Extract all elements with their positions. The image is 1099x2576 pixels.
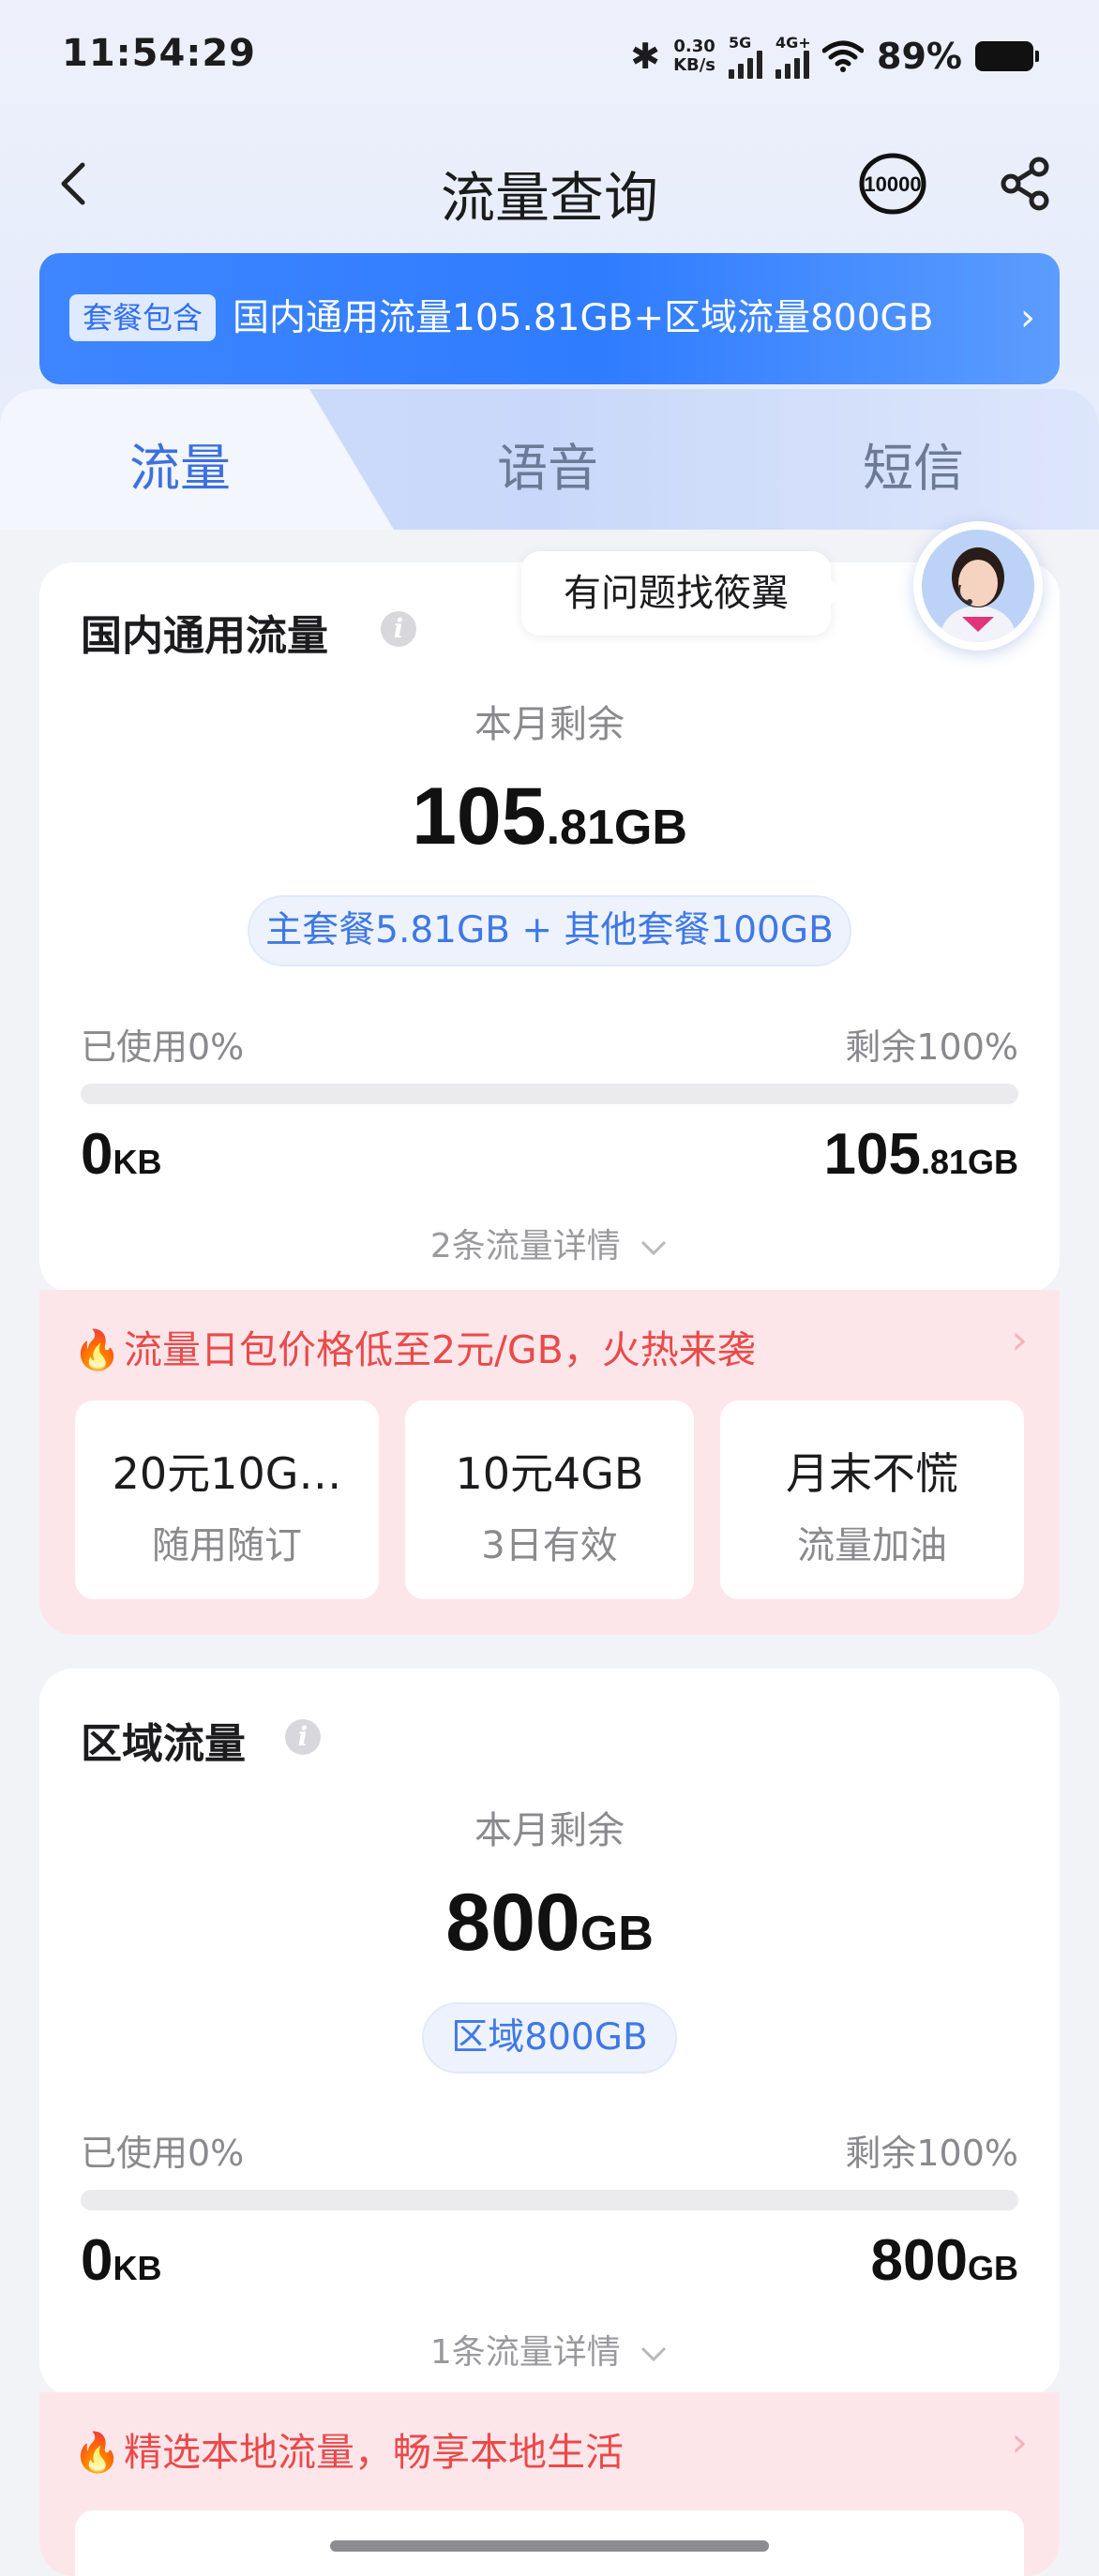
home-indicator [330,2540,769,2552]
network-speed-value: 0.30 [673,37,715,56]
wifi-icon [822,40,865,72]
domestic-data-card: 国内通用流量 i 本月剩余 105.81GB 主套餐5.81GB + 其他套餐1… [39,562,1060,1294]
promo-item[interactable]: 20元10G… 随用随订 [75,1400,379,1599]
status-bar: 11:54:29 ✱ 0.30 KB/s 5G 4G+ 89% [0,0,1099,112]
signal-4g-label: 4G+ [775,34,811,52]
fire-icon: 🔥 [73,2430,122,2475]
chevron-right-icon[interactable]: › [1011,1316,1028,1364]
remaining-percent: 剩余100% [845,1026,1018,1068]
breakdown-pill: 区域800GB [422,2002,677,2074]
promo-headline[interactable]: 🔥精选本地流量，畅享本地生活 [73,2420,624,2477]
tab-voice[interactable]: 语音 [497,427,598,501]
remaining-amount: 800GB [870,2228,1018,2293]
assistant-avatar[interactable] [913,521,1043,651]
battery-percent: 89% [877,36,962,77]
info-icon[interactable]: i [381,611,416,647]
package-tag: 套餐包含 [69,294,217,341]
regional-data-card: 区域流量 i 本月剩余 800GB 区域800GB 已使用0% 剩余100% 0… [39,1669,1060,2396]
remain-value: 800GB [445,1878,654,1968]
bluetooth-icon: ✱ [630,36,661,77]
used-percent: 已使用0% [81,2133,245,2174]
breakdown-pill: 主套餐5.81GB + 其他套餐100GB [248,895,851,966]
remain-value: 105.81GB [412,771,687,861]
chevron-right-icon[interactable]: › [1011,2419,1028,2466]
tab-data[interactable]: 流量 [129,427,231,501]
package-banner[interactable]: 套餐包含 国内通用流量105.81GB+区域流量800GB › [39,253,1060,384]
promo-item[interactable]: 10元4GB 3日有效 [405,1400,694,1599]
used-percent: 已使用0% [81,1026,245,1068]
remain-label: 本月剩余 [474,1809,625,1852]
remaining-amount: 105.81GB [823,1122,1019,1187]
data-details-link[interactable]: 2条流量详情 [39,1219,1060,1267]
promo-day-pack: 🔥流量日包价格低至2元/GB，火热来袭 › 20元10G… 随用随订 10元4G… [39,1290,1060,1635]
signal-5g-icon: 5G [729,34,763,79]
signal-5g-label: 5G [729,34,752,52]
page-title: 流量查询 [440,166,658,230]
card-title: 区域流量 [81,1720,246,1768]
fire-icon: 🔥 [73,1327,122,1372]
remain-label: 本月剩余 [474,703,625,746]
used-amount: 0KB [81,1122,162,1187]
chevron-down-icon [641,2346,667,2362]
promo-headline[interactable]: 🔥流量日包价格低至2元/GB，火热来袭 [73,1318,756,1374]
chevron-right-icon: › [1020,296,1035,339]
battery-icon [975,41,1039,71]
assistant-bubble[interactable]: 有问题找筱翼 [521,551,846,636]
app-header: 流量查询 10000 [0,131,1099,244]
usage-progress-bar [81,1084,1018,1104]
network-speed-unit: KB/s [673,55,716,75]
remaining-percent: 剩余100% [845,2133,1018,2174]
status-icons: ✱ 0.30 KB/s 5G 4G+ 89% [630,28,1039,84]
card-title: 国内通用流量 [81,612,328,660]
used-amount: 0KB [81,2228,162,2293]
tab-sms[interactable]: 短信 [863,427,964,501]
customer-service-10000-icon[interactable]: 10000 [855,150,930,217]
info-icon[interactable]: i [285,1719,321,1755]
chevron-down-icon [641,1240,667,1256]
package-summary: 国内通用流量105.81GB+区域流量800GB [233,297,934,339]
usage-progress-bar [81,2190,1018,2210]
share-icon[interactable] [996,154,1056,214]
signal-4g-icon: 4G+ [775,34,811,79]
network-speed: 0.30 KB/s [673,37,715,75]
service-label: 10000 [864,172,921,196]
status-time: 11:54:29 [62,32,256,75]
data-details-link[interactable]: 1条流量详情 [39,2325,1060,2374]
usage-tabs: 流量 语音 短信 [0,389,1099,530]
promo-item[interactable]: 月末不慌 流量加油 [720,1400,1024,1599]
